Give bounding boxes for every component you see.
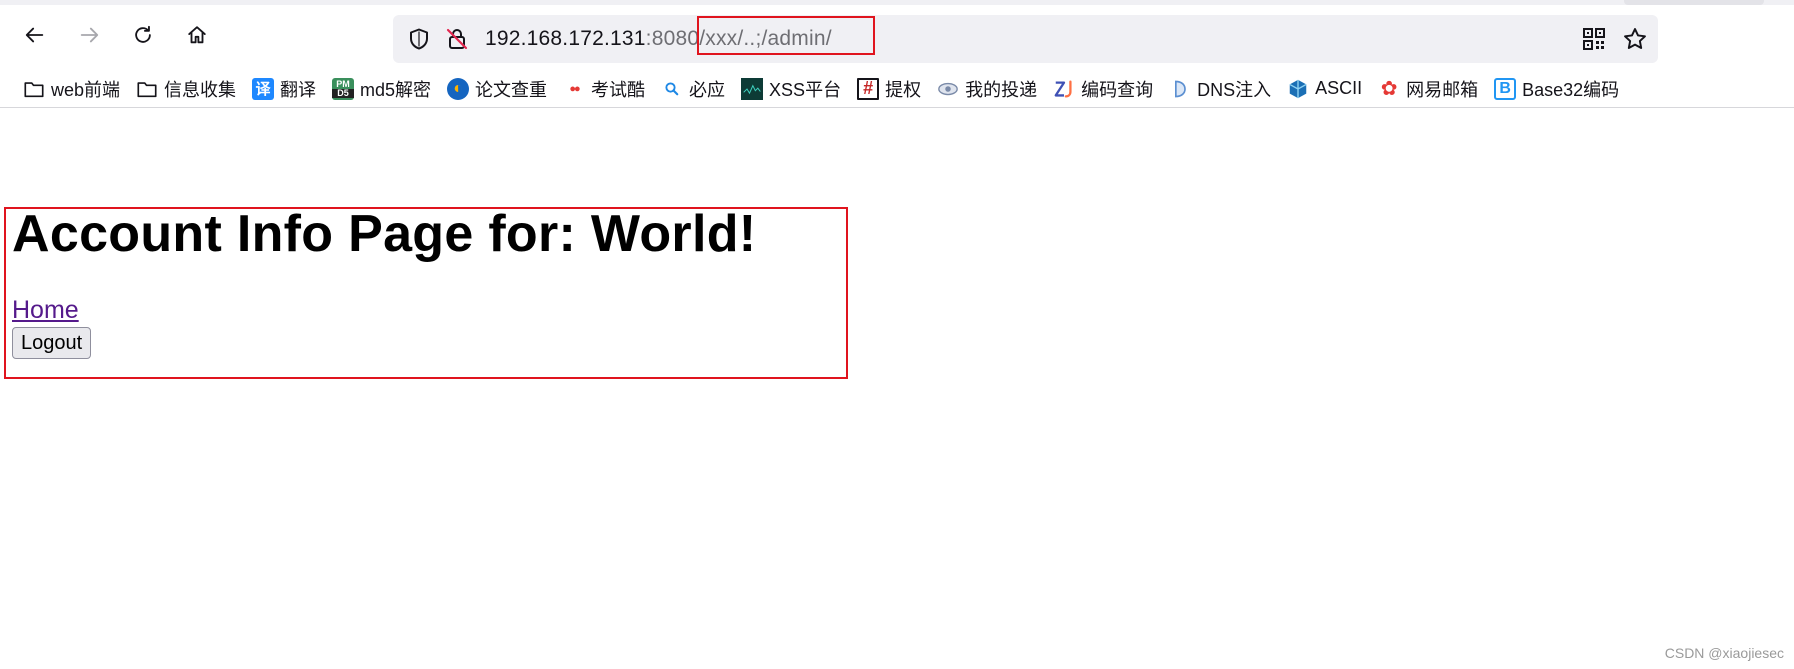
bookmark-label: Base32编码 <box>1522 79 1620 100</box>
bookmark-label: DNS注入 <box>1197 79 1272 100</box>
bookmark-label: 提权 <box>885 79 922 100</box>
bookmark-label: md5解密 <box>360 79 432 100</box>
translate-icon: 译 <box>252 77 275 100</box>
bookmark-privilege-escalation[interactable]: # 提权 <box>852 73 926 105</box>
folder-icon <box>136 78 158 100</box>
bookmark-label: 论文查重 <box>475 79 548 100</box>
md5-icon: PM D5 <box>332 77 355 100</box>
reload-button[interactable] <box>124 17 162 53</box>
xss-icon <box>741 77 764 100</box>
bookmark-encoding-lookup[interactable]: 编码查询 <box>1048 73 1158 105</box>
bookmark-folder-info-gathering[interactable]: 信息收集 <box>131 73 241 105</box>
bookmark-my-applications[interactable]: 我的投递 <box>932 73 1042 105</box>
ascii-icon <box>1287 78 1309 100</box>
bookmark-translate[interactable]: 译 翻译 <box>247 73 321 105</box>
bookmark-bing[interactable]: 必应 <box>656 73 730 105</box>
bookmark-label: 翻译 <box>280 79 317 100</box>
zj-icon <box>1053 78 1075 100</box>
qr-code-icon[interactable] <box>1582 27 1606 51</box>
home-button[interactable] <box>178 17 216 53</box>
url-path-highlight-box <box>697 16 875 55</box>
arrow-right-icon <box>80 27 99 43</box>
home-icon <box>188 26 206 44</box>
bookmark-label: web前端 <box>51 79 121 100</box>
content-highlight-box <box>4 207 848 379</box>
bookmark-ascii[interactable]: ASCII <box>1282 73 1367 105</box>
browser-toolbar: 192.168.172.131:8080/xxx/..;/admin/ <box>0 5 1794 65</box>
bing-search-icon <box>661 78 683 100</box>
bookmark-netease-mail[interactable]: ✿ 网易邮箱 <box>1373 73 1483 105</box>
dns-icon <box>1169 78 1191 100</box>
bookmark-exam[interactable]: ●● 考试酷 <box>558 73 650 105</box>
arrow-left-icon <box>25 27 44 43</box>
page-content: Account Info Page for: World! Home Logou… <box>0 108 1794 669</box>
bookmark-label: 编码查询 <box>1081 79 1154 100</box>
back-button[interactable] <box>16 17 54 53</box>
bookmark-paper-check[interactable]: ◐ 论文查重 <box>442 73 552 105</box>
address-bar[interactable]: 192.168.172.131:8080/xxx/..;/admin/ <box>393 15 1658 63</box>
tracking-protection-shield-icon[interactable] <box>407 27 431 51</box>
bookmark-label: 信息收集 <box>164 79 237 100</box>
bookmark-star-icon[interactable] <box>1622 26 1648 52</box>
bookmark-label: 考试酷 <box>591 79 646 100</box>
bookmarks-toolbar: web前端 信息收集 译 翻译 PM D5 md5解密 ◐ 论文查重 ●● 考试酷… <box>0 70 1794 108</box>
bookmark-md5[interactable]: PM D5 md5解密 <box>327 73 436 105</box>
bookmark-label: 必应 <box>689 79 726 100</box>
url-host: 192.168.172.131 <box>485 27 646 50</box>
bookmark-folder-web[interactable]: web前端 <box>18 73 125 105</box>
bookmark-dns-injection[interactable]: DNS注入 <box>1164 73 1276 105</box>
forward-button[interactable] <box>70 17 108 53</box>
reload-icon <box>135 25 151 43</box>
eye-icon <box>937 78 959 100</box>
exam-icon: ●● <box>569 82 580 95</box>
bookmark-base32[interactable]: B Base32编码 <box>1489 73 1624 105</box>
bookmark-label: ASCII <box>1315 78 1363 98</box>
insecure-lock-icon[interactable] <box>445 27 469 51</box>
watermark: CSDN @xiaojiesec <box>1664 645 1784 661</box>
url-port: :8080 <box>645 27 700 50</box>
folder-icon <box>23 78 45 100</box>
bookmark-label: XSS平台 <box>769 79 842 100</box>
base32-icon: B <box>1494 77 1517 100</box>
hash-grid-icon: # <box>857 77 880 100</box>
netease-mail-icon: ✿ <box>1380 78 1398 100</box>
paper-check-icon: ◐ <box>447 77 470 100</box>
bookmark-xss[interactable]: XSS平台 <box>736 73 846 105</box>
bookmark-label: 我的投递 <box>965 79 1038 100</box>
bookmark-label: 网易邮箱 <box>1406 79 1479 100</box>
